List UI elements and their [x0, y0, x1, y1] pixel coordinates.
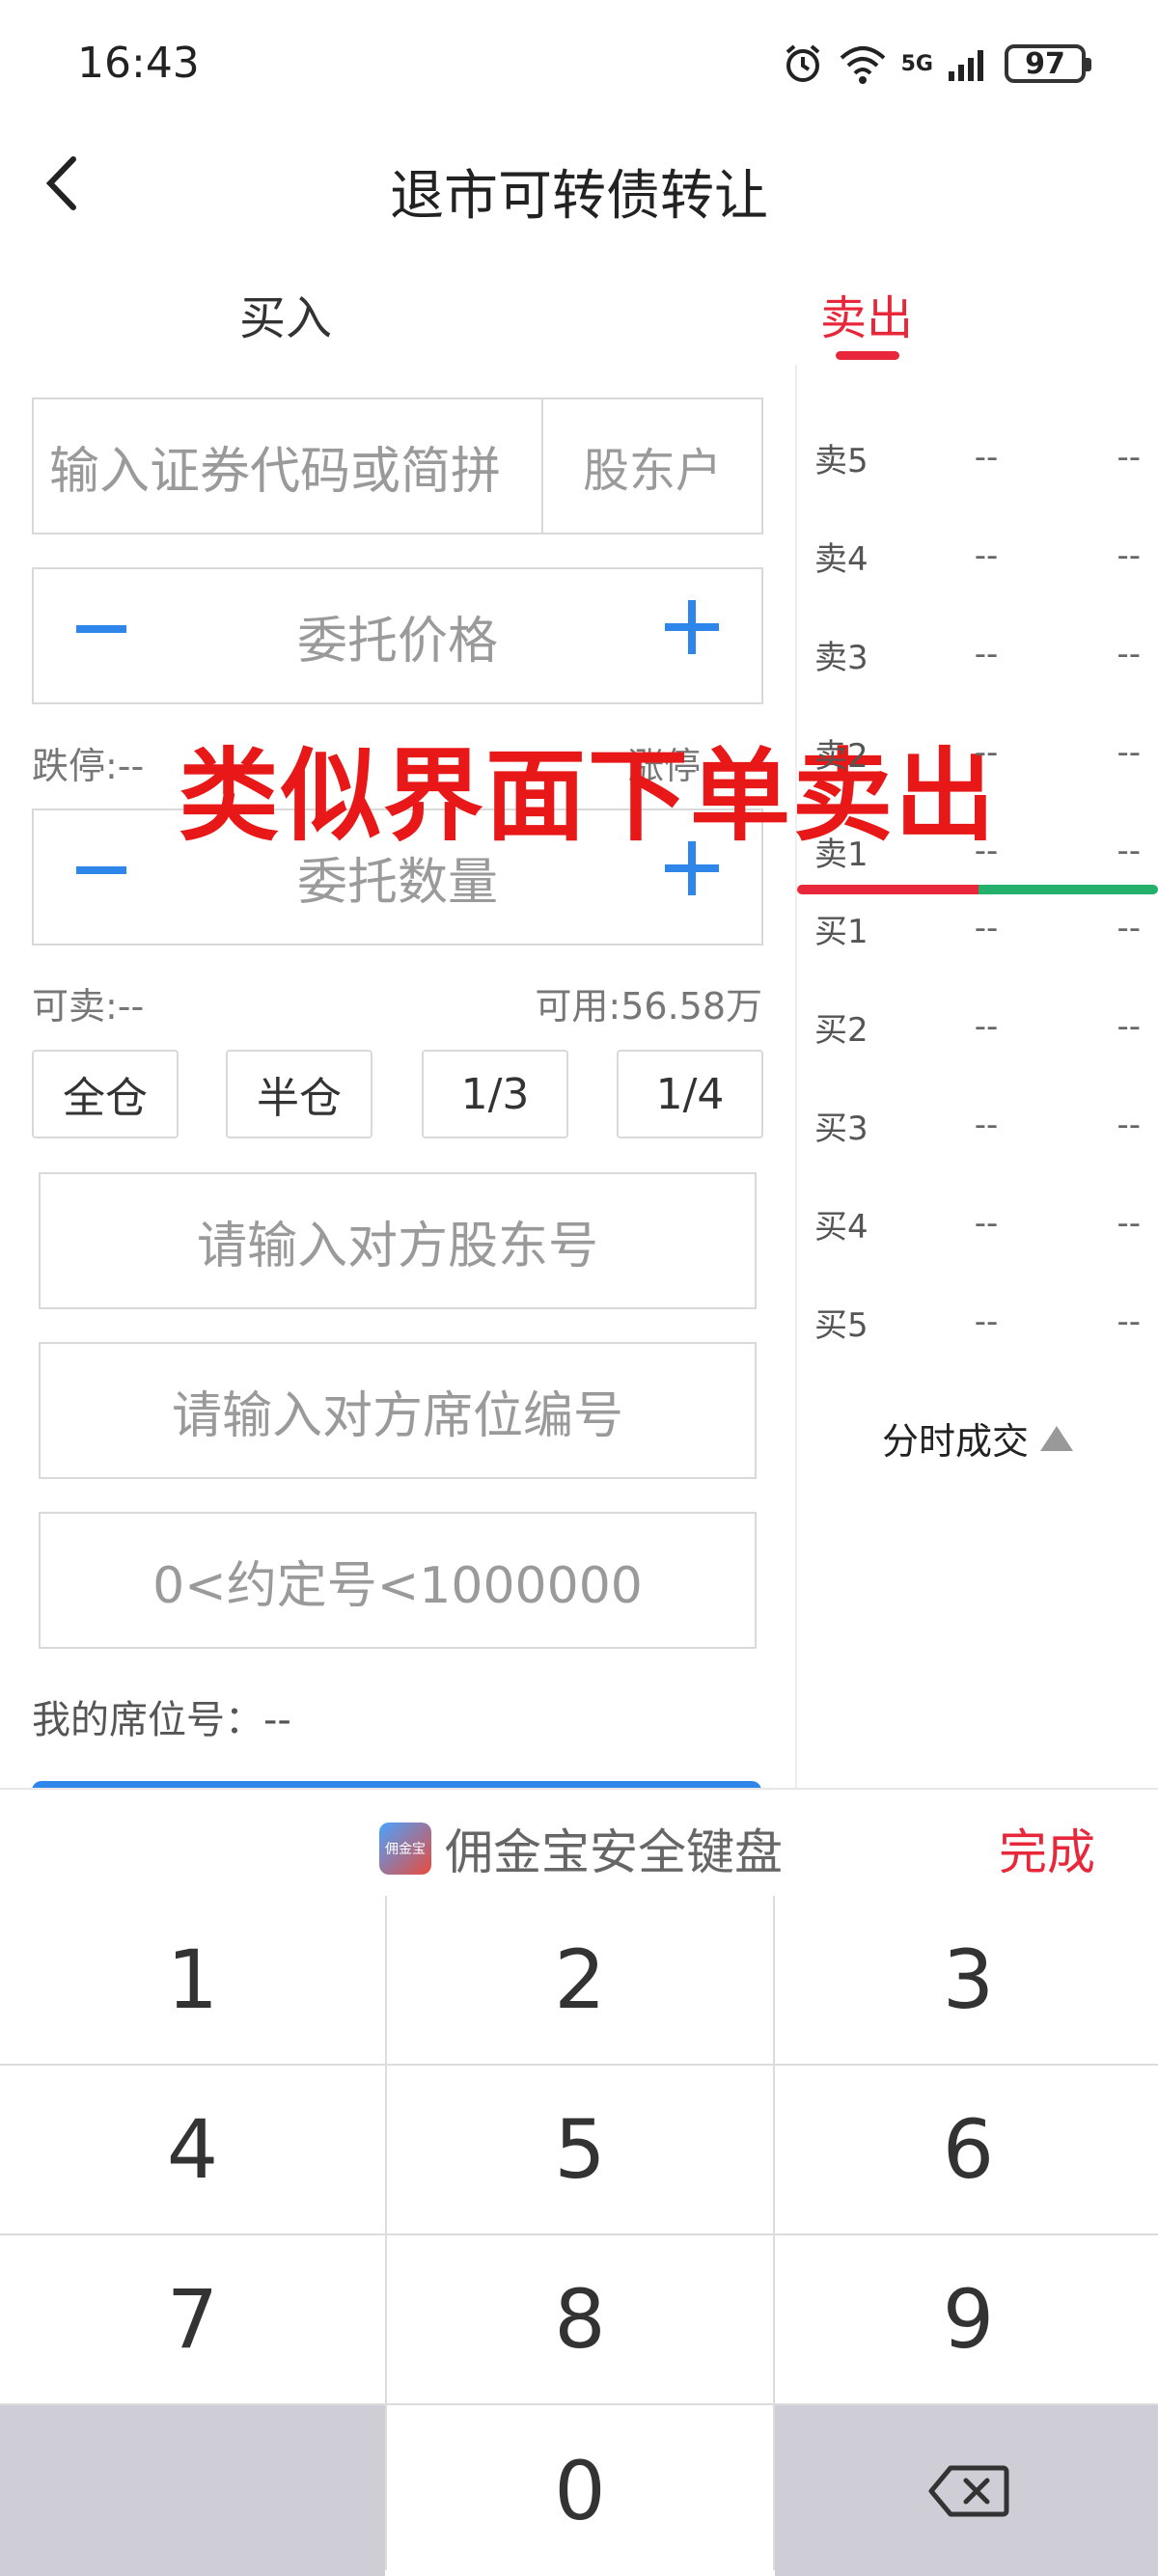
- bid-label: 买2: [814, 1010, 868, 1050]
- battery-icon: 97: [1005, 44, 1091, 83]
- backspace-icon: [928, 2465, 1008, 2516]
- bid-label: 买4: [814, 1207, 868, 1247]
- keyboard-brand-label: 佣金宝安全键盘: [445, 1824, 783, 1880]
- quantity-minus-button[interactable]: [76, 866, 126, 874]
- bid-price: --: [974, 1302, 999, 1341]
- key-0[interactable]: 0: [387, 2405, 773, 2576]
- key-3[interactable]: 3: [775, 1896, 1158, 2064]
- ratio-third-button[interactable]: 1/3: [422, 1050, 568, 1138]
- holder-account-label: 股东户: [582, 444, 722, 498]
- tab-sell[interactable]: 卖出: [820, 280, 913, 347]
- key-6[interactable]: 6: [775, 2066, 1158, 2233]
- ask-price: --: [974, 733, 999, 772]
- key-8[interactable]: 8: [387, 2235, 773, 2403]
- key-4[interactable]: 4: [0, 2066, 385, 2233]
- price-minus-button[interactable]: [76, 625, 126, 633]
- bid-price: --: [974, 1106, 999, 1144]
- active-tab-indicator: [836, 351, 899, 360]
- counterparty-seat-placeholder: 请输入对方席位编号: [171, 1386, 623, 1445]
- keypad: 1 2 3 4 5 6 7 8 9 0: [0, 1896, 1158, 2576]
- bid-row-3: 买3 -- --: [797, 1096, 1158, 1154]
- ask-label: 卖5: [814, 441, 868, 480]
- ask-volume: --: [1117, 733, 1141, 772]
- key-1[interactable]: 1: [0, 1896, 385, 2064]
- battery-level: 97: [1025, 46, 1065, 81]
- key-2[interactable]: 2: [387, 1896, 773, 2064]
- security-code-placeholder: 输入证券代码或简拼: [49, 442, 502, 501]
- bid-row-4: 买4 -- --: [797, 1194, 1158, 1252]
- ask-row-3: 卖3 -- --: [797, 625, 1158, 683]
- bid-label: 买1: [814, 912, 868, 951]
- status-time: 16:43: [77, 39, 200, 88]
- ask-row-2: 卖2 -- --: [797, 724, 1158, 781]
- bid-volume: --: [1117, 1106, 1141, 1144]
- brand-logo-icon: 佣金宝: [379, 1822, 431, 1875]
- ask-row-5: 卖5 -- --: [797, 428, 1158, 486]
- keyboard-brand: 佣金宝 佣金宝安全键盘: [379, 1814, 783, 1883]
- ask-strength-bar: [797, 885, 979, 894]
- counterparty-holder-input[interactable]: 请输入对方股东号: [39, 1172, 757, 1309]
- bid-row-5: 买5 -- --: [797, 1293, 1158, 1351]
- ask-price: --: [974, 438, 999, 477]
- security-code-input[interactable]: 输入证券代码或简拼: [32, 397, 543, 534]
- ask-price: --: [974, 832, 999, 870]
- key-9[interactable]: 9: [775, 2235, 1158, 2403]
- signal-icon: [949, 50, 983, 81]
- bid-label: 买5: [814, 1305, 868, 1345]
- price-placeholder: 委托价格: [296, 612, 498, 671]
- price-plus-button[interactable]: [665, 600, 719, 654]
- limit-down-text: 跌停:--: [32, 745, 145, 787]
- wifi-icon: [840, 46, 885, 84]
- ask-volume: --: [1117, 635, 1141, 673]
- ask-row-4: 卖4 -- --: [797, 527, 1158, 585]
- key-5[interactable]: 5: [387, 2066, 773, 2233]
- ratio-half-button[interactable]: 半仓: [226, 1050, 372, 1138]
- ask-volume: --: [1117, 536, 1141, 575]
- sellable-text: 可卖:--: [32, 985, 145, 1028]
- bid-price: --: [974, 909, 999, 947]
- ask-label: 卖2: [814, 736, 868, 776]
- bid-price: --: [974, 1007, 999, 1046]
- tab-buy[interactable]: 买入: [239, 280, 332, 347]
- bid-volume: --: [1117, 909, 1141, 947]
- ask-label: 卖4: [814, 539, 868, 579]
- keyboard-done-button[interactable]: 完成: [999, 1814, 1095, 1883]
- status-icons: 5G 97: [782, 42, 1091, 85]
- bid-strength-bar: [979, 885, 1158, 894]
- bid-price: --: [974, 1204, 999, 1243]
- backspace-key[interactable]: [775, 2405, 1158, 2576]
- bid-volume: --: [1117, 1007, 1141, 1046]
- ratio-quarter-button[interactable]: 1/4: [617, 1050, 763, 1138]
- agreement-number-input[interactable]: 0<约定号<1000000: [39, 1512, 757, 1649]
- bid-label: 买3: [814, 1109, 868, 1148]
- time-trades-toggle[interactable]: 分时成交: [882, 1411, 1074, 1465]
- bid-volume: --: [1117, 1204, 1141, 1243]
- holder-account-select[interactable]: 股东户: [541, 397, 763, 534]
- available-text: 可用:56.58万: [535, 985, 762, 1028]
- alarm-icon: [786, 44, 819, 82]
- agreement-number-placeholder: 0<约定号<1000000: [152, 1556, 643, 1615]
- ratio-full-button[interactable]: 全仓: [32, 1050, 179, 1138]
- network-type: 5G: [900, 51, 933, 76]
- ask-volume: --: [1117, 438, 1141, 477]
- key-blank: [0, 2405, 385, 2576]
- price-stepper[interactable]: 委托价格: [32, 567, 763, 704]
- ask-label: 卖3: [814, 638, 868, 677]
- key-7[interactable]: 7: [0, 2235, 385, 2403]
- my-seat-text: 我的席位号：--: [32, 1698, 291, 1742]
- bid-row-1: 买1 -- --: [797, 899, 1158, 957]
- time-trades-label: 分时成交: [882, 1420, 1030, 1463]
- triangle-up-icon: [1040, 1425, 1074, 1451]
- ask-label: 卖1: [814, 835, 868, 874]
- bid-volume: --: [1117, 1302, 1141, 1341]
- page-title: 退市可转债转让: [390, 165, 768, 228]
- ask-volume: --: [1117, 832, 1141, 870]
- ask-price: --: [974, 635, 999, 673]
- counterparty-seat-input[interactable]: 请输入对方席位编号: [39, 1342, 757, 1479]
- bid-row-2: 买2 -- --: [797, 998, 1158, 1055]
- ask-row-1: 卖1 -- --: [797, 822, 1158, 880]
- ask-price: --: [974, 536, 999, 575]
- counterparty-holder-placeholder: 请输入对方股东号: [196, 1217, 598, 1275]
